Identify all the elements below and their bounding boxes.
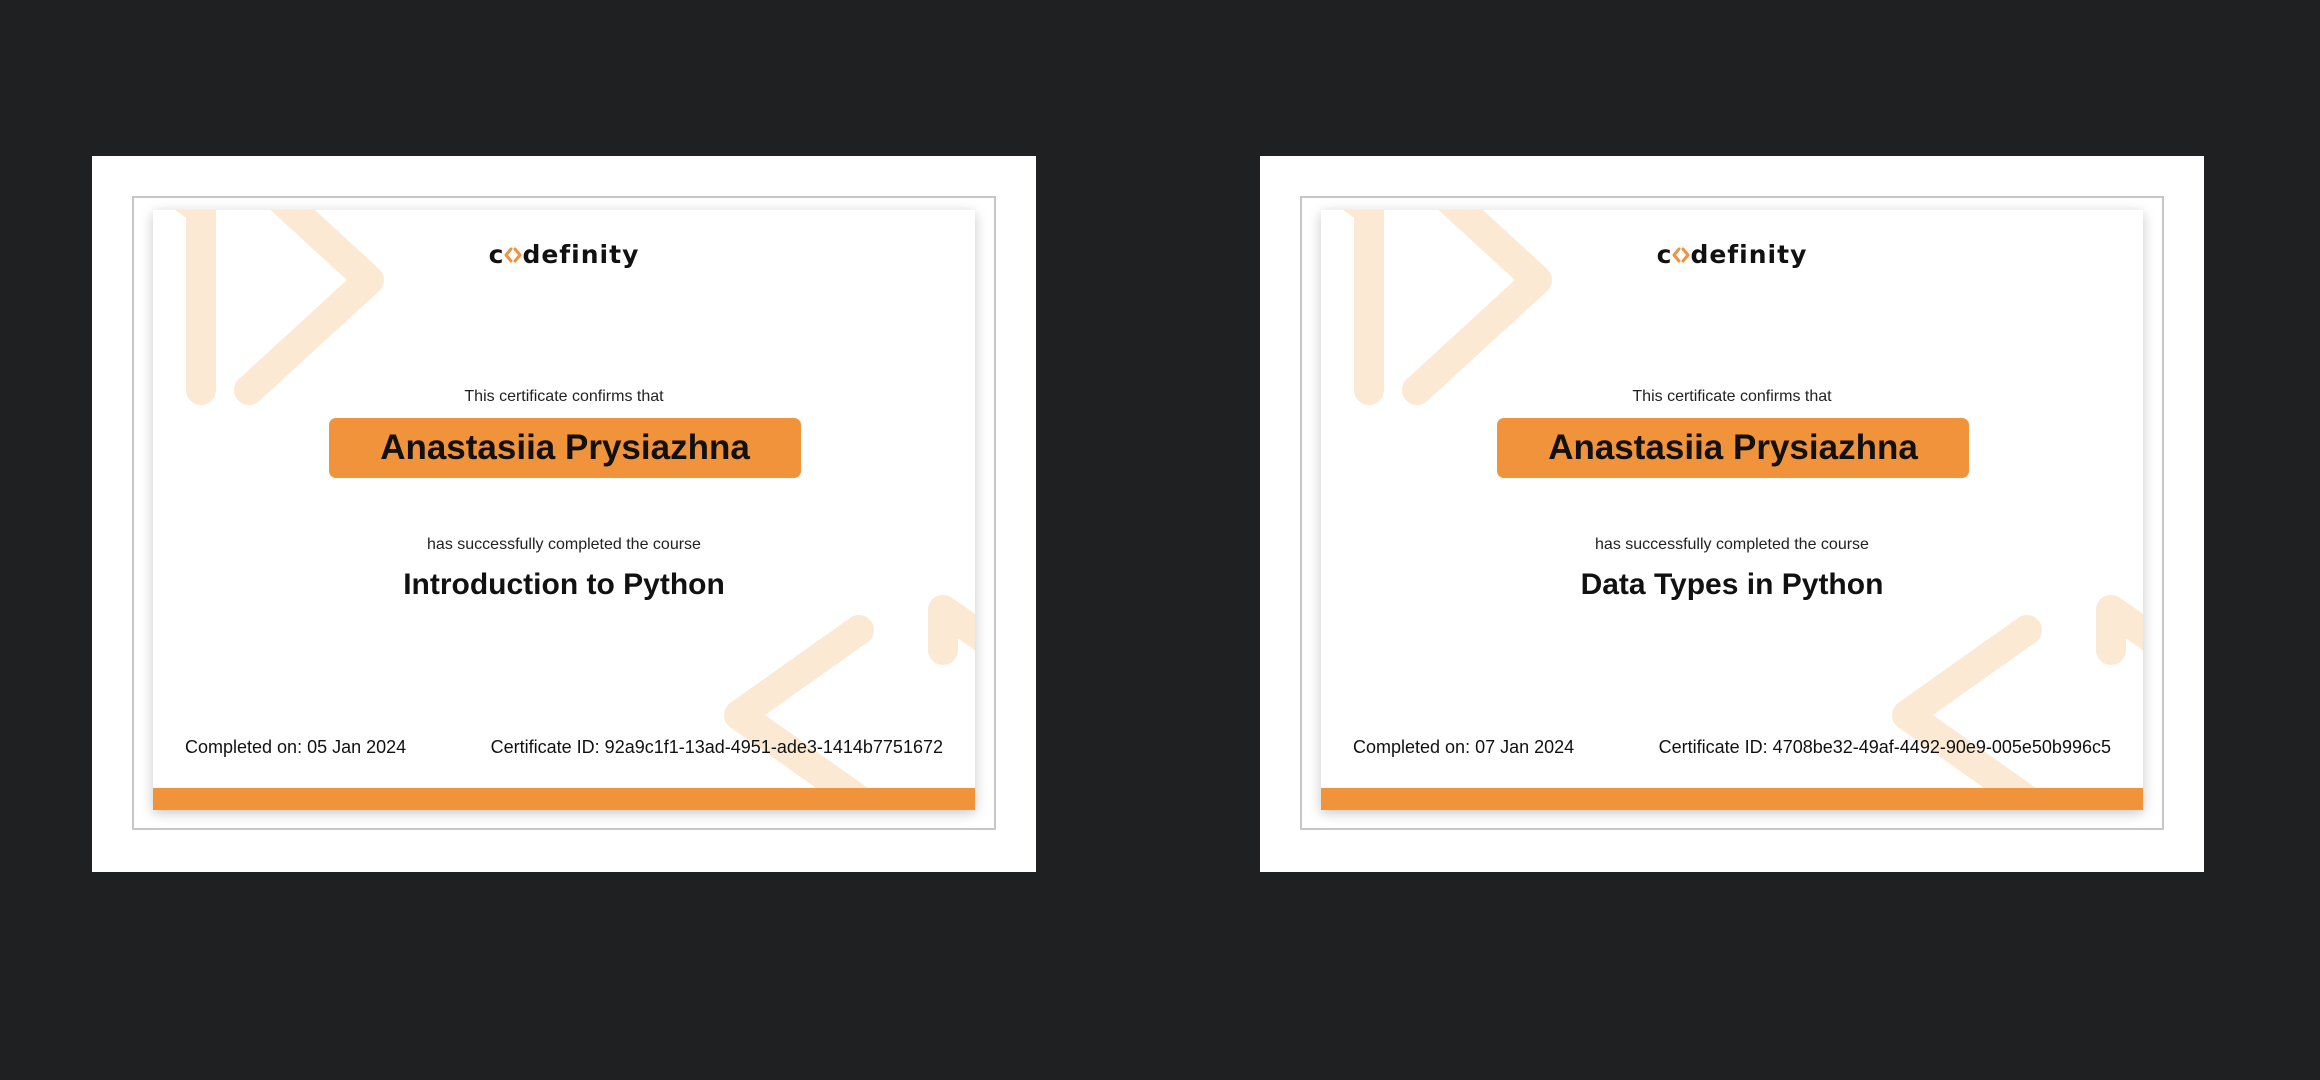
certificate: c definity This certificate confirms that… <box>1321 210 2143 810</box>
recipient-name-badge: Anastasiia Prysiazhna <box>329 418 801 478</box>
codefinity-logo: c definity <box>1656 240 1808 269</box>
certificate-id: Certificate ID: 4708be32-49af-4492-90e9-… <box>1658 737 2111 757</box>
course-title: Data Types in Python <box>1580 568 1884 601</box>
confirms-text: This certificate confirms that <box>1632 388 1832 405</box>
decorative-brackets <box>175 210 975 810</box>
confirms-text: This certificate confirms that <box>464 388 664 405</box>
certificate-card-1[interactable]: c definity This certificate confirms that… <box>92 156 1036 872</box>
completed-course-text: has successfully completed the course <box>1595 536 1869 553</box>
completion-date: Completed on: 05 Jan 2024 <box>185 737 407 757</box>
completed-course-text: has successfully completed the course <box>427 536 701 553</box>
certificate-frame: c definity This certificate confirms that… <box>132 196 996 830</box>
recipient-name-badge: Anastasiia Prysiazhna <box>1497 418 1969 478</box>
certificate-card-2[interactable]: c definity This certificate confirms that… <box>1260 156 2204 872</box>
code-brackets-logo-icon <box>1672 246 1690 264</box>
certificate-id: Certificate ID: 92a9c1f1-13ad-4951-ade3-… <box>490 737 943 757</box>
decorative-brackets <box>1343 210 2143 810</box>
certificate-frame: c definity This certificate confirms that… <box>1300 196 2164 830</box>
completion-date: Completed on: 07 Jan 2024 <box>1353 737 1575 757</box>
bottom-accent-bar <box>1321 788 2143 810</box>
certificate: c definity This certificate confirms that… <box>153 210 975 810</box>
codefinity-logo: c definity <box>488 240 640 269</box>
code-brackets-logo-icon <box>504 246 522 264</box>
bottom-accent-bar <box>153 788 975 810</box>
course-title: Introduction to Python <box>403 568 725 601</box>
